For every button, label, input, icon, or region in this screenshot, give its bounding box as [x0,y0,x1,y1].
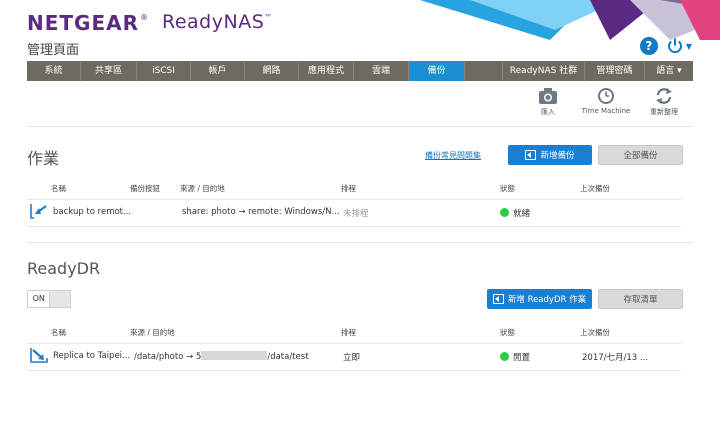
col-header-schedule: 排程 [341,328,356,337]
replica-status-text: 閒置 [513,353,531,363]
chevron-down-icon: ▼ [685,41,692,51]
replica-dest: /data/test [267,352,309,362]
col-header-name: 名稱 [51,184,66,193]
tab-spacer [465,61,503,81]
page-title: 管理頁面 [27,43,80,58]
tab-system[interactable]: 系統 [27,61,81,81]
divider [27,126,693,127]
header-decoration [420,0,720,40]
add-job-icon [492,294,504,304]
tab-shares[interactable]: 共享區 [81,61,137,81]
replica-schedule: 立即 [343,353,361,363]
replica-source: /data/photo → 5 [134,352,202,362]
col-header-status: 狀態 [500,184,515,193]
tab-community[interactable]: ReadyNAS 社群 [503,61,585,81]
col-header-source: 來源 / 目的地 [130,328,175,337]
toolbar: 匯入 Time Machine 重新整理 [522,87,690,117]
add-readydr-button[interactable]: 新增 ReadyDR 作業 [487,289,592,309]
redacted-address [201,351,268,360]
row-divider [27,343,681,344]
refresh-label: 重新整理 [650,108,678,116]
netgear-logo[interactable]: NETGEAR ® ReadyNAS ™ [27,11,272,35]
add-readydr-label: 新增 ReadyDR 作業 [507,295,587,305]
import-button[interactable]: 匯入 [522,87,574,117]
col-header-status: 狀態 [500,328,515,337]
col-header-name: 名稱 [51,328,66,337]
main-nav: 系統 共享區 iSCSI 帳戶 網路 應用程式 雲端 備份 ReadyNAS 社… [27,61,693,81]
row-divider [27,226,681,227]
power-menu[interactable]: ▼ [666,37,692,55]
import-label: 匯入 [541,108,555,116]
toggle-knob [49,291,70,307]
tab-language[interactable]: 語言 ▾ [645,61,693,81]
header: NETGEAR ® ReadyNAS ™ 管理頁面 ? ▼ [0,0,720,60]
replica-last-backup: 2017/七月/13 ... [582,353,648,363]
col-header-last: 上次備份 [580,328,610,337]
col-header-button: 備份按鈕 [130,184,160,193]
product-name: ReadyNAS [162,11,265,33]
replica-status: 閒置 [500,351,530,363]
col-header-source: 來源 / 目的地 [180,184,225,193]
add-job-icon [525,150,537,160]
time-machine-label: Time Machine [581,107,631,115]
access-list-button[interactable]: 存取清單 [598,289,683,309]
tab-accounts[interactable]: 帳戶 [191,61,245,81]
job-schedule: 未排程 [343,209,369,219]
jobs-title: 作業 [27,149,60,168]
status-idle-icon [500,352,509,361]
row-divider [27,370,681,371]
tab-admin-password[interactable]: 管理密碼 [585,61,645,81]
replica-source-dest: /data/photo → 5/data/test [134,351,309,362]
brand-name: NETGEAR [27,11,139,35]
refresh-icon [656,88,672,104]
power-icon [667,38,682,54]
time-machine-button[interactable]: Time Machine [580,87,632,117]
tab-cloud[interactable]: 雲端 [354,61,409,81]
top-right-icons: ? ▼ [639,37,692,55]
add-backup-button[interactable]: 新增備份 [508,145,592,165]
readydr-toggle[interactable]: ON [27,290,71,308]
camera-icon [539,88,557,104]
replica-job-icon [30,348,48,363]
tab-backup[interactable]: 備份 [409,61,465,81]
tab-iscsi[interactable]: iSCSI [137,61,191,81]
divider [27,242,693,243]
readydr-title: ReadyDR [27,259,101,278]
col-header-schedule: 排程 [341,184,356,193]
job-status-text: 就緒 [513,209,531,219]
tab-network[interactable]: 網路 [245,61,299,81]
toggle-label: ON [32,294,45,303]
status-ready-icon [500,208,509,217]
row-divider [27,199,681,200]
backup-faq-link[interactable]: 備份常見問題集 [425,150,481,161]
tab-apps[interactable]: 應用程式 [299,61,354,81]
backup-job-icon [30,204,47,219]
refresh-button[interactable]: 重新整理 [638,87,690,117]
col-header-last: 上次備份 [580,184,610,193]
all-backups-button[interactable]: 全部備份 [598,145,683,165]
job-status: 就緒 [500,207,530,219]
job-source-dest: share: photo → remote: Windows/N... [182,207,340,217]
add-backup-label: 新增備份 [540,151,575,161]
brand-registered-mark: ® [140,13,148,22]
clock-icon [598,88,614,104]
job-name: backup to remot... [53,207,132,217]
replica-name: Replica to Taipei... [53,351,131,361]
help-icon[interactable]: ? [639,37,658,55]
product-trademark: ™ [264,13,273,22]
